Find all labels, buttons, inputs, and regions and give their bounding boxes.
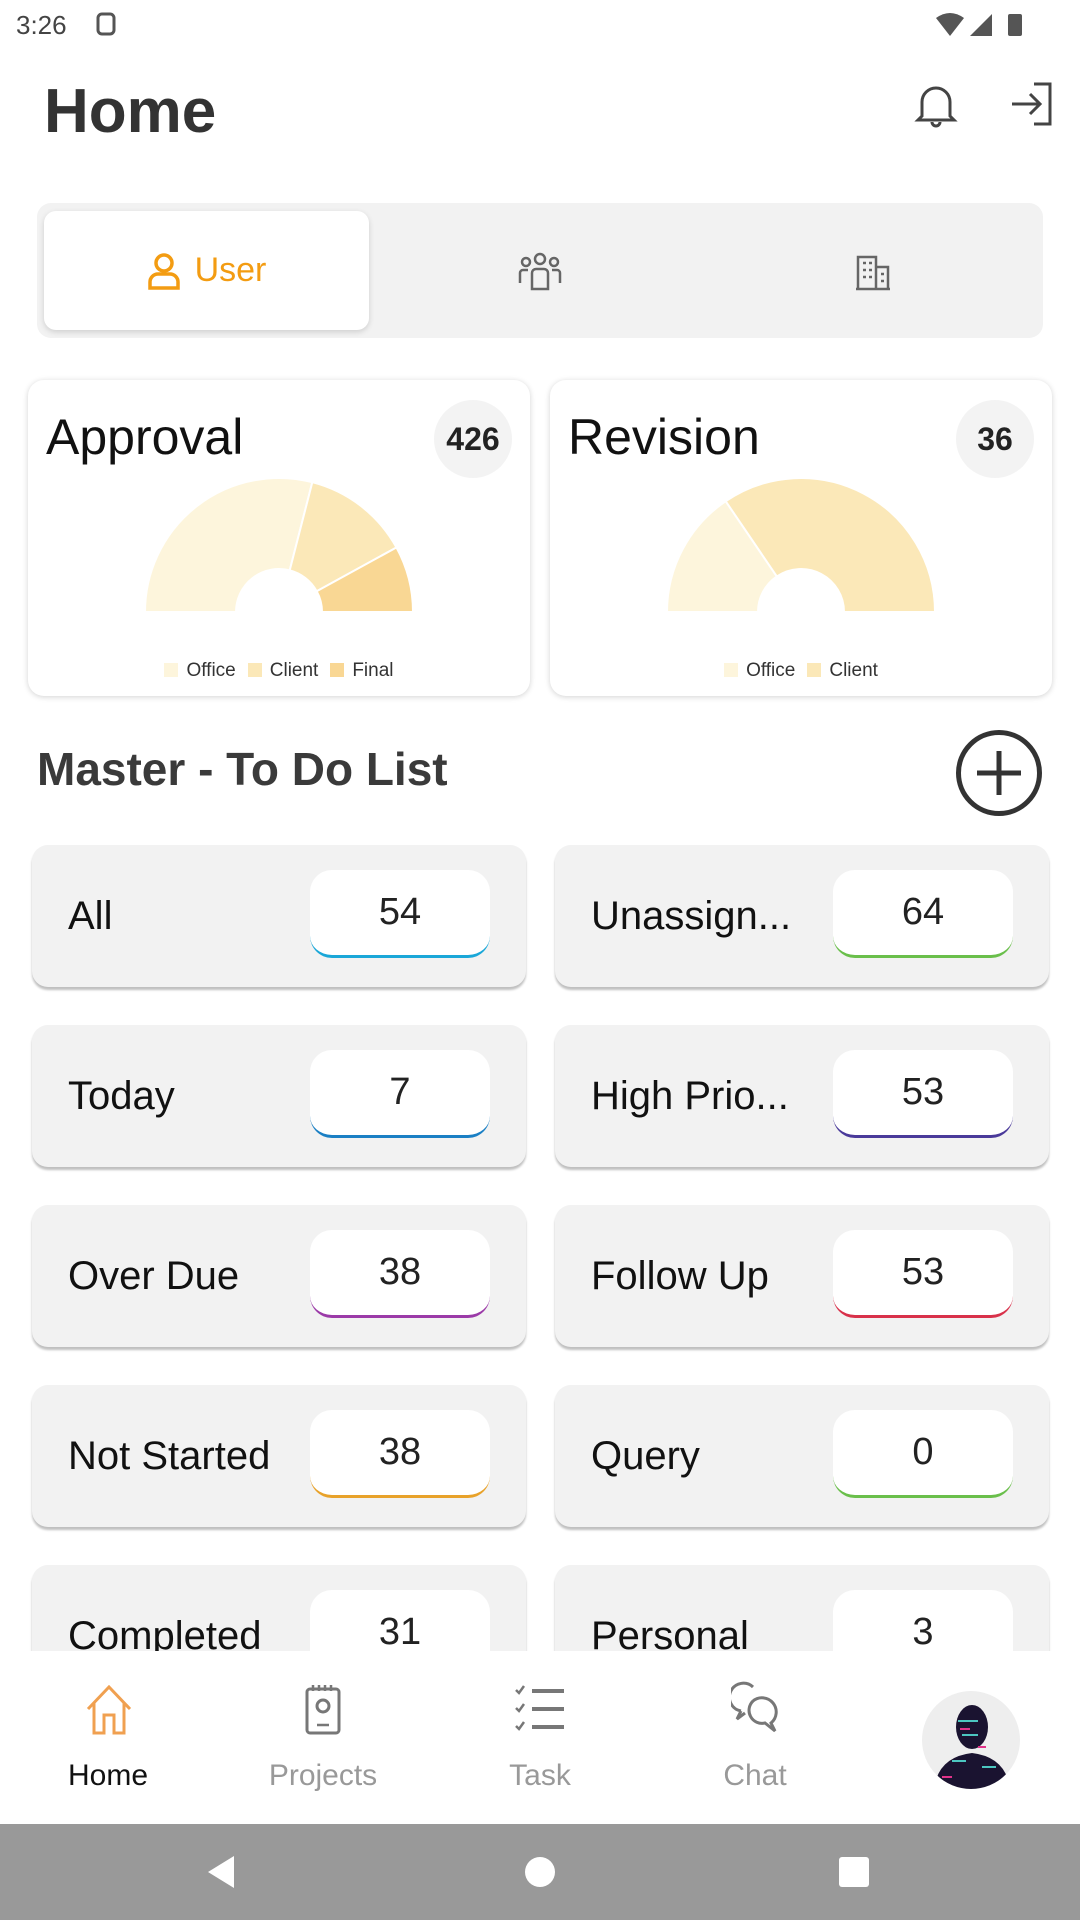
legend-final: Final <box>330 660 394 682</box>
bottom-nav: Home Projects Task Chat <box>0 1651 1080 1824</box>
todo-item-label: Not Started <box>68 1433 271 1478</box>
todo-item-label: Query <box>591 1433 700 1478</box>
building-icon <box>855 255 890 290</box>
chat-icon <box>731 1681 778 1733</box>
todo-item-label: Over Due <box>68 1253 240 1298</box>
todo-item-label: All <box>68 893 113 938</box>
todo-item[interactable]: Over Due 38 <box>32 1205 526 1347</box>
approval-legend: Office Client Final <box>28 660 530 682</box>
system-nav-bar <box>0 1824 1080 1920</box>
back-icon[interactable] <box>206 1854 236 1890</box>
todo-item-count: 64 <box>833 870 1013 958</box>
nav-home[interactable]: Home <box>8 1651 208 1824</box>
todo-item-count: 54 <box>310 870 490 958</box>
nav-projects[interactable]: Projects <box>223 1651 423 1824</box>
legend-client: Client <box>247 660 318 682</box>
tab-bar: User <box>37 203 1043 338</box>
logout-icon[interactable] <box>1008 82 1054 126</box>
tab-user[interactable]: User <box>44 211 369 330</box>
nav-task[interactable]: Task <box>440 1651 640 1824</box>
home-icon <box>86 1685 132 1735</box>
todo-item-count: 38 <box>310 1230 490 1318</box>
revision-legend: Office Client <box>550 660 1052 682</box>
add-todo-button[interactable] <box>956 730 1042 816</box>
page-title: Home <box>44 77 217 146</box>
todo-item-count: 53 <box>833 1050 1013 1138</box>
profile-avatar[interactable] <box>922 1691 1020 1789</box>
recents-icon[interactable] <box>838 1856 870 1888</box>
todo-item-label: Follow Up <box>591 1253 769 1298</box>
todo-item[interactable]: Follow Up 53 <box>555 1205 1049 1347</box>
todo-item[interactable]: High Prio... 53 <box>555 1025 1049 1167</box>
todo-item-count: 7 <box>310 1050 490 1138</box>
todo-item[interactable]: Not Started 38 <box>32 1385 526 1527</box>
todo-item[interactable]: All 54 <box>32 845 526 987</box>
legend-office: Office <box>724 660 795 682</box>
tab-company[interactable] <box>710 211 1035 330</box>
todo-item[interactable]: Today 7 <box>32 1025 526 1167</box>
todo-heading: Master - To Do List <box>37 743 448 795</box>
todo-item[interactable]: Unassign... 64 <box>555 845 1049 987</box>
tab-team[interactable] <box>377 211 702 330</box>
status-bar: 3:26 <box>0 0 1080 50</box>
sim-icon <box>96 12 116 36</box>
legend-client: Client <box>807 660 878 682</box>
todo-item[interactable]: Query 0 <box>555 1385 1049 1527</box>
tab-user-label: User <box>194 251 267 289</box>
task-list-icon <box>515 1685 564 1731</box>
approval-chart <box>143 477 415 613</box>
legend-office: Office <box>164 660 236 682</box>
avatar-image <box>934 1705 1010 1789</box>
nav-chat[interactable]: Chat <box>655 1651 855 1824</box>
status-time: 3:26 <box>16 10 67 40</box>
signal-battery-icon <box>936 13 1022 36</box>
todo-item-count: 0 <box>833 1410 1013 1498</box>
approval-card[interactable]: Approval 426 Office Client Final <box>28 380 530 696</box>
projects-icon <box>305 1685 341 1735</box>
revision-chart <box>665 477 937 613</box>
todo-item-count: 38 <box>310 1410 490 1498</box>
revision-card[interactable]: Revision 36 Office Client <box>550 380 1052 696</box>
chart-slice-office <box>143 477 314 613</box>
home-circle-icon[interactable] <box>524 1856 556 1888</box>
todo-item-label: High Prio... <box>591 1073 789 1118</box>
todo-item-label: Unassign... <box>591 893 792 938</box>
user-icon <box>147 252 180 290</box>
todo-item-label: Today <box>68 1073 175 1118</box>
team-icon <box>518 252 561 290</box>
bell-icon[interactable] <box>914 82 958 128</box>
todo-item-count: 53 <box>833 1230 1013 1318</box>
